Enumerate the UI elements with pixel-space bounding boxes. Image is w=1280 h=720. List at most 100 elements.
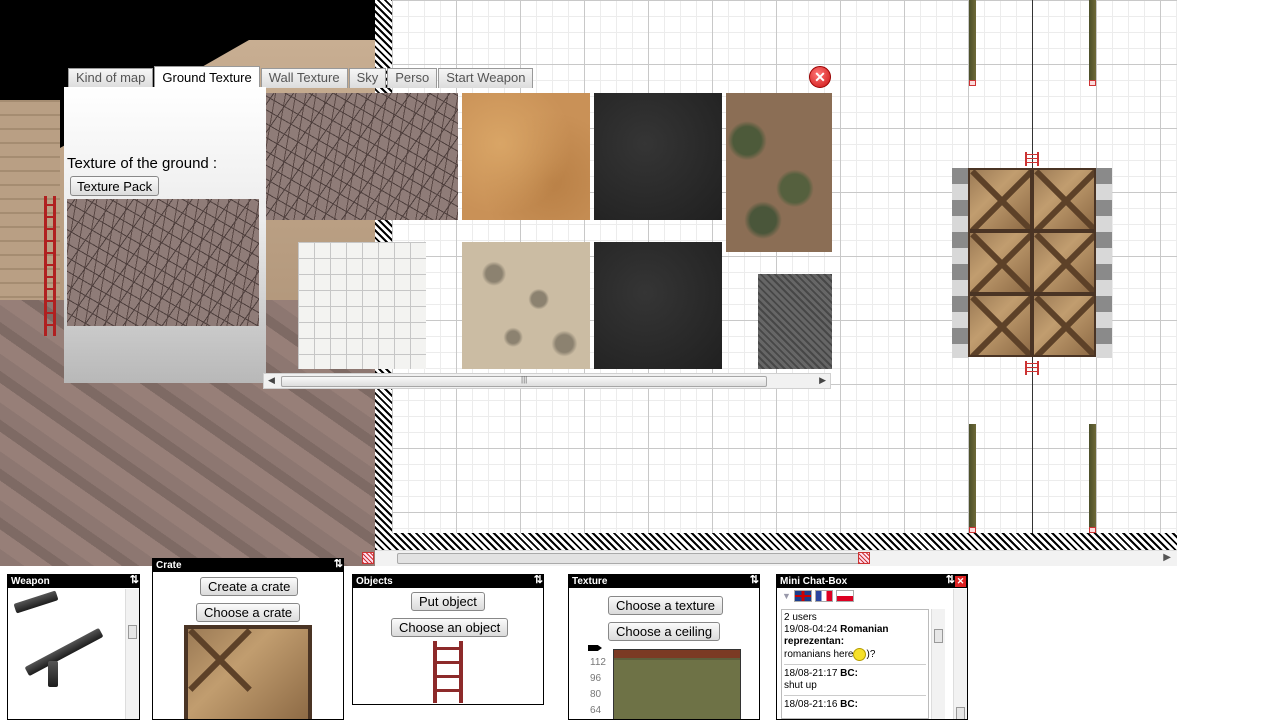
ground-texture-label: Texture of the ground :: [67, 155, 218, 172]
ladder-object-preview: [433, 641, 463, 703]
swap-arrows-icon[interactable]: ⇅: [534, 575, 543, 587]
map-post-handle[interactable]: [1089, 80, 1096, 86]
weapon-panel: Weapon ⇅: [7, 574, 140, 720]
put-object-button[interactable]: Put object: [411, 592, 485, 611]
chat-title: Mini Chat-Box ⇅ ✕: [777, 575, 967, 588]
swap-arrows-icon[interactable]: ⇅: [334, 559, 343, 571]
chat-timestamp: 18/08-21:16: [784, 699, 838, 711]
texture-thumb-sand[interactable]: [462, 93, 590, 220]
objects-panel: Objects ⇅ Put object Choose an object: [352, 574, 544, 705]
smiley-icon: [853, 648, 867, 661]
chat-scroll-thumb[interactable]: [934, 629, 943, 643]
texture-thumb-cracked-earth[interactable]: [266, 93, 458, 220]
wall-texture-preview: [613, 649, 741, 719]
tab-perso[interactable]: Perso: [387, 68, 438, 88]
height-value: 64: [590, 705, 602, 716]
swap-arrows-icon[interactable]: ⇅: [750, 575, 759, 587]
map-crate[interactable]: [968, 294, 1032, 357]
flag-fr-icon[interactable]: [814, 590, 833, 602]
crate-panel-title-text: Crate: [156, 560, 182, 571]
chat-inner-scrollbar[interactable]: [931, 609, 945, 719]
create-crate-button[interactable]: Create a crate: [200, 577, 299, 596]
choose-texture-button[interactable]: Choose a texture: [608, 596, 724, 615]
chat-close-icon[interactable]: ✕: [955, 576, 966, 587]
texture-thumb-dark-asphalt[interactable]: [594, 242, 722, 369]
texture-panel-title: Texture ⇅: [569, 575, 759, 588]
tab-sky[interactable]: Sky: [348, 68, 387, 88]
weapon-smg-icon[interactable]: [13, 590, 59, 614]
scroll-right-icon[interactable]: ▶: [819, 375, 826, 386]
texture-thumb-asphalt[interactable]: [594, 93, 722, 220]
map-ladder-bottom[interactable]: [1025, 361, 1039, 375]
texture-pack-button[interactable]: Texture Pack: [70, 176, 160, 196]
chat-outer-scrollbar[interactable]: [953, 589, 967, 719]
selected-ground-texture: [67, 199, 259, 326]
chat-outer-scroll-thumb[interactable]: [956, 707, 965, 719]
map-horizontal-scrollbar[interactable]: ▶: [375, 550, 1177, 566]
map-post[interactable]: [1089, 0, 1096, 80]
chat-text-suffix: )?: [866, 649, 876, 661]
choose-crate-button[interactable]: Choose a crate: [196, 603, 301, 622]
chat-author: BC: [840, 668, 855, 680]
map-post-handle[interactable]: [969, 527, 976, 533]
map-crate[interactable]: [1032, 231, 1096, 294]
crate-preview: [184, 625, 312, 719]
preview-ladder: [44, 196, 56, 336]
map-crate[interactable]: [1032, 294, 1096, 357]
choose-object-button[interactable]: Choose an object: [391, 618, 509, 637]
weapon-panel-title-text: Weapon: [11, 576, 50, 587]
weapon-grip-icon: [48, 661, 58, 687]
crate-stack[interactable]: [968, 168, 1096, 358]
chat-message: 19/08-04:24 Romanian reprezentan: romani…: [784, 624, 926, 666]
weapon-rifle-icon[interactable]: [24, 627, 104, 677]
swap-arrows-icon[interactable]: ⇅: [946, 575, 955, 587]
map-post[interactable]: [1089, 424, 1096, 528]
height-value: 96: [590, 673, 602, 684]
chat-title-text: Mini Chat-Box: [780, 576, 848, 587]
map-editor-screen: ▶ Kind of map Ground Texture Wall Textur…: [0, 0, 1280, 720]
chat-text: romanians here: [784, 649, 854, 661]
texture-thumb-dirt-grass[interactable]: [726, 93, 832, 252]
map-post[interactable]: [969, 0, 976, 80]
map-post-handle[interactable]: [969, 80, 976, 86]
map-crate[interactable]: [968, 231, 1032, 294]
resize-handle-icon[interactable]: [858, 552, 870, 564]
chat-timestamp: 18/08-21:17: [784, 668, 838, 680]
crate-stack-edge: [1096, 168, 1112, 358]
tab-kind-of-map[interactable]: Kind of map: [68, 68, 154, 88]
tab-wall-texture[interactable]: Wall Texture: [260, 68, 348, 88]
scroll-right-icon[interactable]: ▶: [1163, 552, 1171, 563]
map-crate[interactable]: [968, 168, 1032, 231]
texture-thumb-rocky-sand[interactable]: [462, 242, 590, 369]
chat-author: BC: [840, 699, 855, 711]
flag-uk-icon[interactable]: [793, 590, 812, 602]
resize-handle-icon[interactable]: [362, 552, 374, 564]
texture-horizontal-scrollbar[interactable]: ◀ ||| ▶: [263, 373, 831, 389]
map-post[interactable]: [969, 424, 976, 528]
map-ladder-top[interactable]: [1025, 152, 1039, 166]
texture-thumb-metal-plate[interactable]: [758, 274, 832, 369]
map-scroll-thumb[interactable]: [397, 553, 867, 564]
texture-thumb-tiles[interactable]: [298, 242, 426, 369]
dialog-tabs: Kind of map Ground Texture Wall Texture …: [68, 66, 534, 88]
ground-texture-panel: Texture of the ground : Texture Pack: [64, 87, 266, 383]
map-crate[interactable]: [1032, 168, 1096, 231]
scroll-left-icon[interactable]: ◀: [268, 375, 275, 386]
weapon-scroll-thumb[interactable]: [128, 625, 137, 639]
height-pointer-icon[interactable]: [588, 645, 602, 651]
map-post-handle[interactable]: [1089, 527, 1096, 533]
height-value: 80: [590, 689, 602, 700]
tab-ground-texture[interactable]: Ground Texture: [154, 66, 260, 88]
choose-ceiling-button[interactable]: Choose a ceiling: [608, 622, 721, 641]
swap-arrows-icon[interactable]: ⇅: [130, 575, 139, 587]
weapon-scrollbar[interactable]: [125, 589, 139, 719]
crate-panel-title: Crate ⇅: [153, 559, 343, 572]
texture-dialog: Kind of map Ground Texture Wall Texture …: [64, 66, 836, 389]
chat-dropdown-icon[interactable]: ▼: [782, 591, 791, 601]
texture-panel: Texture ⇅ Choose a texture Choose a ceil…: [568, 574, 760, 720]
scroll-grip-icon: |||: [521, 375, 528, 384]
flag-pl-icon[interactable]: [835, 590, 854, 602]
close-icon[interactable]: ✕: [809, 66, 831, 88]
height-value: 112: [590, 657, 606, 668]
tab-start-weapon[interactable]: Start Weapon: [438, 68, 534, 88]
